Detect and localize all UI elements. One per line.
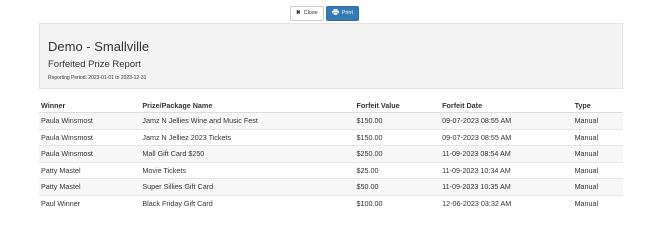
close-button-label: Close [303, 10, 318, 16]
cell-forfeit-value: $150.00 [354, 128, 441, 146]
table-row: Paul Winner Black Friday Gift Card $100.… [39, 194, 623, 211]
cell-prize: Jamz N Jellies Wine and Music Fest [140, 112, 355, 129]
table-header-row: Winner Prize/Package Name Forfeit Value … [39, 99, 623, 113]
close-button[interactable]: ✖ Close [290, 6, 324, 21]
cell-type: Manual [572, 128, 623, 146]
cell-winner: Paula Winsmost [39, 112, 141, 129]
cell-type: Manual [572, 145, 623, 162]
cell-prize: Mall Gift Card $250 [140, 145, 355, 162]
organization-name: Demo - Smallville [48, 39, 150, 54]
column-header-prize: Prize/Package Name [140, 99, 355, 113]
report-header: Demo - Smallville Forfeited Prize Report… [39, 23, 623, 89]
table-row: Paula Winsmost Mall Gift Card $250 $250.… [39, 145, 623, 162]
toolbar: ✖ Close Print [0, 6, 649, 21]
cell-forfeit-date: 09-07-2023 08:55 AM [440, 112, 573, 129]
cell-type: Manual [572, 194, 623, 211]
cell-type: Manual [572, 178, 623, 195]
column-header-winner: Winner [39, 99, 141, 113]
cell-forfeit-value: $25.00 [354, 161, 441, 179]
cell-forfeit-date: 11-09-2023 10:35 AM [440, 178, 573, 195]
report-title: Forfeited Prize Report [48, 59, 141, 70]
cell-type: Manual [572, 112, 623, 129]
table-row: Paula Winsmost Jamz N Jelliez 2023 Ticke… [39, 128, 623, 146]
reporting-period: Reporting Period: 2023-01-01 to 2023-12-… [48, 75, 147, 81]
cell-prize: Super Sillies Gift Card [140, 178, 355, 195]
cell-type: Manual [572, 161, 623, 179]
table-row: Patty Mastel Super Sillies Gift Card $50… [39, 178, 623, 195]
cell-prize: Movie Tickets [140, 161, 355, 179]
cell-forfeit-value: $50.00 [354, 178, 441, 195]
cell-forfeit-date: 11-09-2023 08:54 AM [440, 145, 573, 162]
cell-forfeit-date: 09-07-2023 08:55 AM [440, 128, 573, 146]
table-row: Paula Winsmost Jamz N Jellies Wine and M… [39, 112, 623, 129]
cell-forfeit-date: 11-09-2023 10:34 AM [440, 161, 573, 179]
cell-prize: Black Friday Gift Card [140, 194, 355, 211]
close-icon: ✖ [296, 10, 301, 16]
print-button[interactable]: Print [325, 6, 359, 21]
print-button-label: Print [341, 10, 353, 16]
cell-forfeit-value: $150.00 [354, 112, 441, 129]
cell-prize: Jamz N Jelliez 2023 Tickets [140, 128, 355, 146]
forfeited-prize-table: Winner Prize/Package Name Forfeit Value … [39, 99, 623, 211]
cell-winner: Paula Winsmost [39, 145, 141, 162]
cell-forfeit-date: 12-06-2023 03:32 AM [440, 194, 573, 211]
column-header-type: Type [572, 99, 623, 113]
column-header-forfeit-date: Forfeit Date [440, 99, 573, 113]
cell-winner: Patty Mastel [39, 161, 141, 179]
cell-forfeit-value: $100.00 [354, 194, 441, 211]
cell-forfeit-value: $250.00 [354, 145, 441, 162]
cell-winner: Patty Mastel [39, 178, 141, 195]
cell-winner: Paul Winner [39, 194, 141, 211]
print-icon [331, 9, 339, 16]
table-row: Patty Mastel Movie Tickets $25.00 11-09-… [39, 161, 623, 179]
column-header-forfeit-value: Forfeit Value [354, 99, 441, 113]
cell-winner: Paula Winsmost [39, 128, 141, 146]
